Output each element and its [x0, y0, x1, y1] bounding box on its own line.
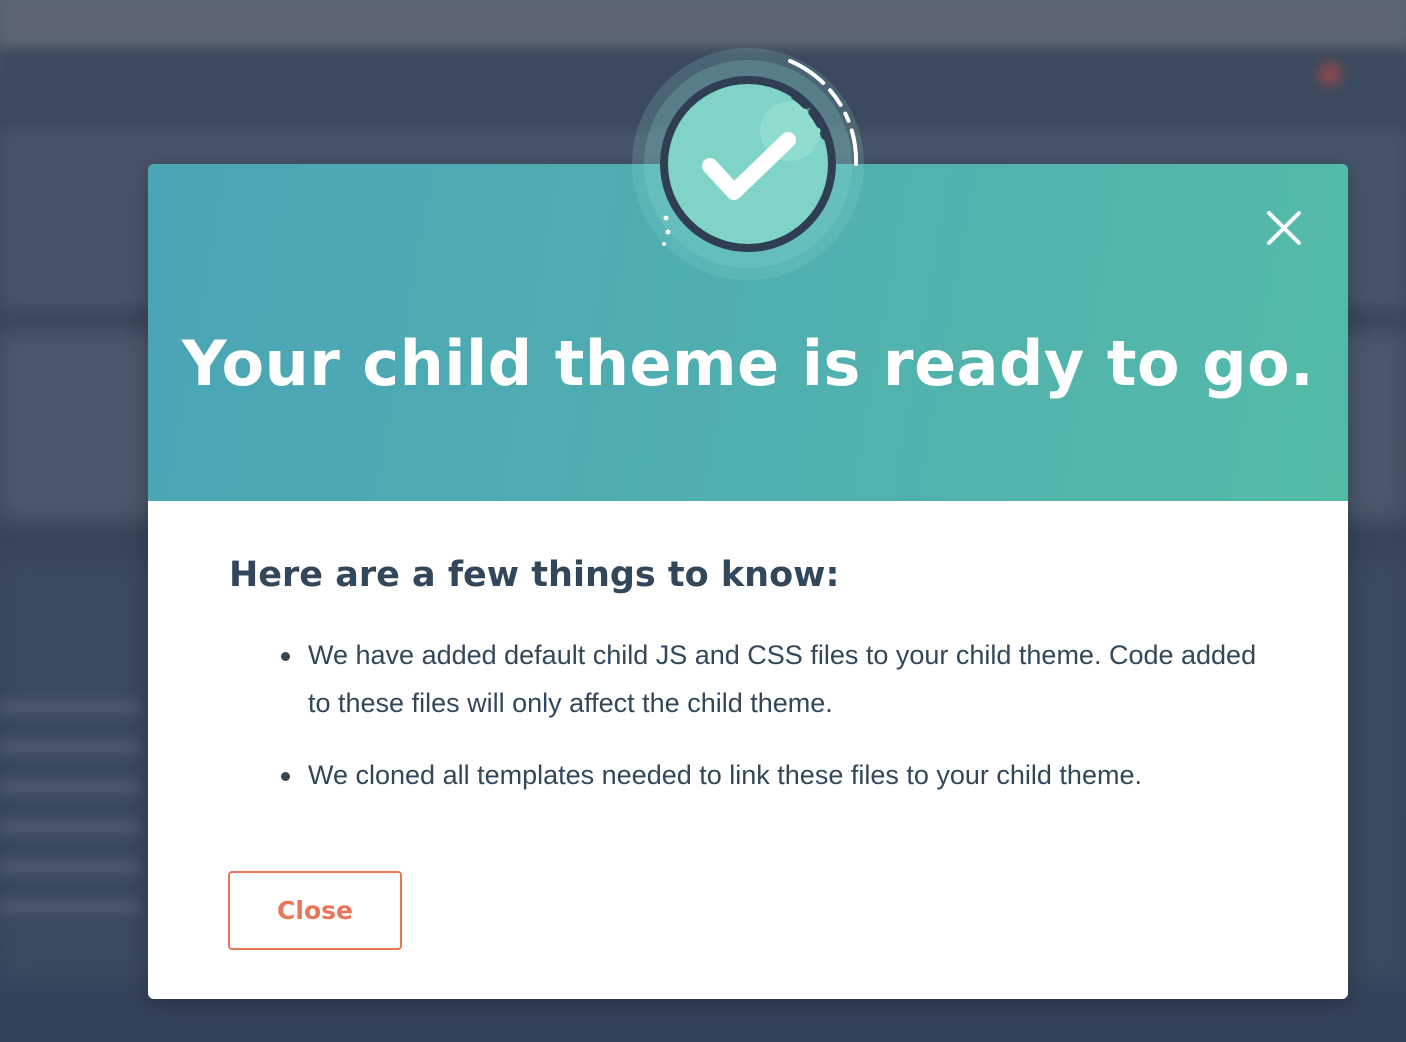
modal-title: Your child theme is ready to go.	[181, 327, 1315, 400]
background-row	[0, 780, 140, 794]
background-row	[0, 820, 140, 834]
bullet-icon	[281, 652, 290, 661]
background-row	[0, 860, 140, 874]
background-notification-dot	[1318, 62, 1342, 86]
list-item: We cloned all templates needed to link t…	[229, 751, 1269, 799]
success-modal: Your child theme is ready to go. Here ar…	[148, 48, 1348, 999]
checkmark-badge-icon	[630, 46, 866, 282]
note-text: We have added default child JS and CSS f…	[308, 640, 1257, 718]
background-top-bar	[0, 0, 1406, 50]
background-row	[0, 740, 140, 754]
close-icon[interactable]	[1264, 208, 1304, 248]
notes-list: We have added default child JS and CSS f…	[229, 631, 1269, 823]
list-item: We have added default child JS and CSS f…	[229, 631, 1269, 727]
note-text: We cloned all templates needed to link t…	[308, 760, 1142, 790]
modal-subheading: Here are a few things to know:	[229, 555, 840, 595]
close-button[interactable]: Close	[228, 871, 402, 950]
bullet-icon	[281, 772, 290, 781]
background-row	[0, 700, 140, 714]
background-row	[0, 900, 140, 914]
